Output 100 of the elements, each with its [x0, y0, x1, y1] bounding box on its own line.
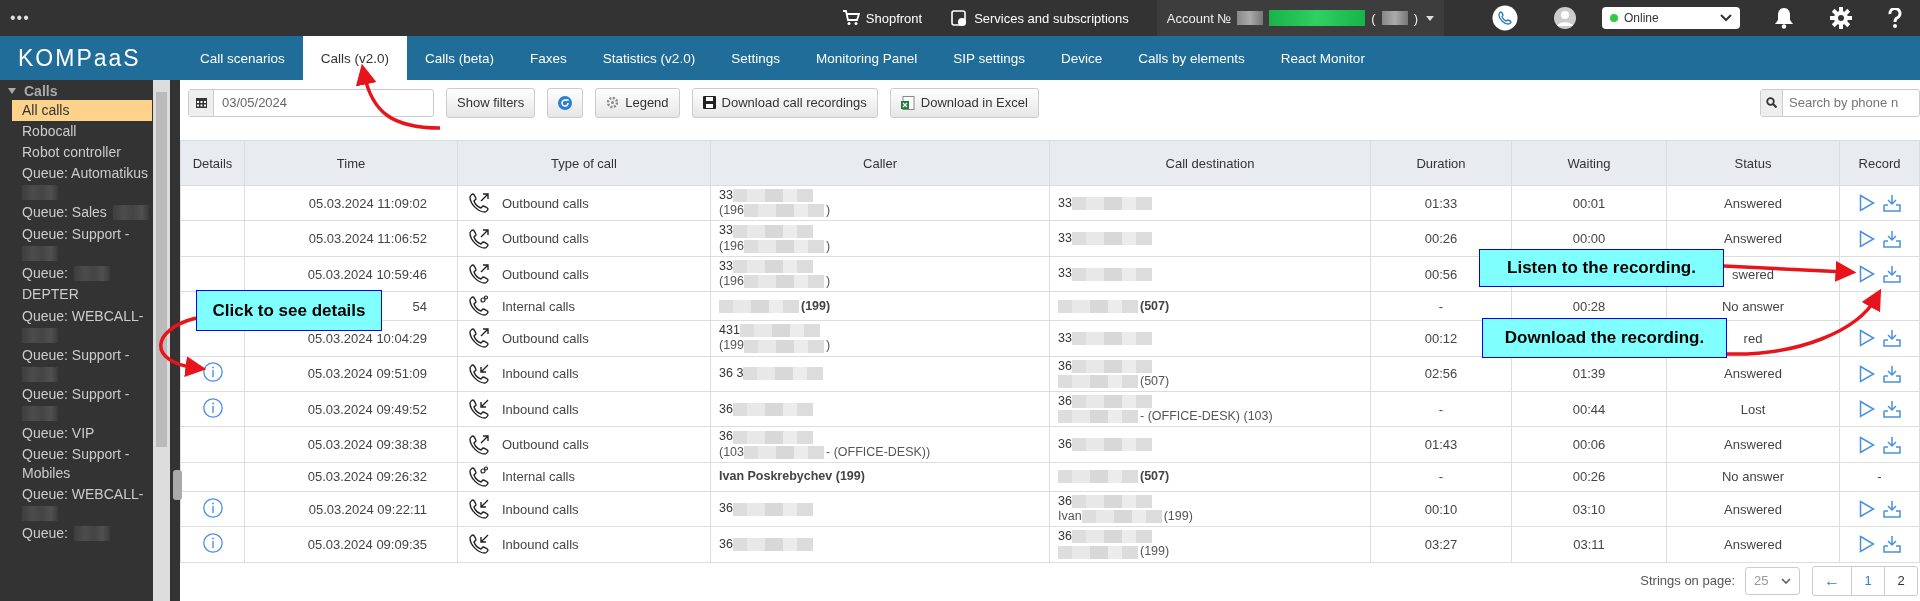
download-icon[interactable]: [1882, 329, 1901, 348]
phone-icon[interactable]: [1492, 5, 1518, 31]
column-header[interactable]: Call destination: [1165, 155, 1255, 171]
phone-text: 33: [1058, 195, 1072, 210]
download-icon[interactable]: [1882, 500, 1901, 519]
phone-text: 36: [1058, 358, 1072, 373]
phone-text: - (OFFICE-DESK) (103): [1140, 409, 1273, 424]
info-icon[interactable]: [202, 362, 223, 383]
column-header[interactable]: Waiting: [1567, 155, 1611, 171]
notifications-icon[interactable]: [1774, 7, 1794, 29]
nav-tab[interactable]: Monitoring Panel: [797, 36, 936, 80]
column-header[interactable]: Caller: [863, 155, 897, 171]
top-link[interactable]: Services and subscriptions: [950, 9, 1129, 27]
download-icon[interactable]: [1882, 229, 1901, 248]
help-icon[interactable]: [1888, 8, 1902, 28]
download-icon[interactable]: [1882, 400, 1901, 419]
sidebar-item[interactable]: Queue: Support -: [12, 345, 152, 384]
nav-tab[interactable]: Calls by elements: [1120, 36, 1263, 80]
play-icon[interactable]: [1858, 535, 1875, 554]
sidebar-item[interactable]: Queue: Support -: [12, 224, 152, 263]
sidebar-item[interactable]: Queue: Sales: [12, 202, 152, 224]
date-field[interactable]: 03/05/2024: [188, 88, 434, 117]
nav-tab[interactable]: Statistics (v2.0): [584, 36, 714, 80]
scrollbar-thumb[interactable]: [156, 92, 167, 447]
call-type: Outbound calls: [502, 437, 589, 453]
call-time: 05.03.2024 09:51:09: [307, 366, 427, 382]
nav-tab[interactable]: Call scenarios: [182, 36, 303, 80]
play-icon[interactable]: [1858, 364, 1875, 383]
nav-tab[interactable]: React Monitor: [1262, 36, 1383, 80]
top-link[interactable]: Shopfront: [841, 10, 923, 26]
sidebar-item[interactable]: Queue: DEPTER: [12, 263, 152, 306]
download-icon[interactable]: [1882, 364, 1901, 383]
sidebar-item[interactable]: All calls: [12, 100, 152, 121]
search-field[interactable]: Search by phone n: [1760, 88, 1920, 117]
nav-tab[interactable]: Device: [1043, 36, 1121, 80]
document-icon: [950, 9, 969, 27]
toolbar-button[interactable]: Download call recordings: [691, 87, 878, 118]
callout-label: Download the recording.: [1482, 318, 1727, 358]
call-type: Outbound calls: [502, 231, 589, 247]
play-icon[interactable]: [1858, 400, 1875, 419]
column-header[interactable]: Duration: [1416, 155, 1466, 171]
status-select[interactable]: Online: [1602, 7, 1740, 29]
group-header[interactable]: Calls: [24, 83, 58, 99]
logo[interactable]: KOMPaaS: [0, 44, 182, 72]
sidebar-item[interactable]: Queue: VIP: [12, 423, 152, 444]
phone-text: (103: [719, 444, 745, 459]
duration-text: 00:56: [1424, 266, 1458, 282]
call-type: Outbound calls: [502, 330, 589, 346]
phone-text: ): [826, 338, 831, 353]
phone-text: 33: [1058, 331, 1072, 345]
refresh-button[interactable]: [547, 87, 584, 118]
item-label: Queue:: [22, 524, 68, 543]
nav-tab[interactable]: Settings: [713, 36, 798, 80]
toolbar-button[interactable]: Legend: [595, 87, 680, 118]
caret-icon[interactable]: [1426, 15, 1434, 21]
duration-text: 01:33: [1424, 195, 1458, 211]
menu-dots[interactable]: •••: [0, 9, 40, 27]
play-icon[interactable]: [1858, 435, 1875, 454]
play-icon[interactable]: [1858, 329, 1875, 348]
info-icon[interactable]: [202, 497, 223, 518]
play-icon[interactable]: [1858, 194, 1875, 213]
phone-text: (507): [1140, 469, 1170, 484]
download-icon[interactable]: [1882, 194, 1901, 213]
column-header[interactable]: Record: [1858, 155, 1901, 171]
caret-icon[interactable]: [8, 87, 16, 95]
phone-text: 36: [1058, 494, 1072, 509]
nav-tab[interactable]: Faxes: [512, 36, 585, 80]
toolbar-button[interactable]: Download in Excel: [889, 87, 1039, 118]
download-icon[interactable]: [1882, 535, 1901, 554]
refresh-icon: [558, 95, 573, 110]
play-icon[interactable]: [1858, 265, 1875, 283]
sidebar-item[interactable]: Queue: Automatikus: [12, 163, 152, 202]
nav-tab[interactable]: SIP settings: [935, 36, 1044, 80]
download-icon[interactable]: [1882, 265, 1901, 283]
play-icon[interactable]: [1858, 229, 1875, 248]
page-button[interactable]: 2: [1884, 566, 1917, 595]
sidebar-item[interactable]: Robocall: [12, 121, 152, 142]
info-icon[interactable]: [202, 397, 223, 418]
sidebar-item[interactable]: Queue: WEBCALL-: [12, 306, 152, 345]
settings-icon[interactable]: [1830, 7, 1852, 29]
sidebar-item[interactable]: Queue: WEBCALL-: [12, 484, 152, 523]
avatar-icon[interactable]: [1554, 7, 1576, 29]
info-icon[interactable]: [202, 532, 223, 553]
sidebar-item[interactable]: Queue:: [12, 523, 152, 545]
search-input[interactable]: Search by phone n: [1783, 89, 1919, 116]
sidebar-item[interactable]: Queue: Support - Mobiles: [12, 444, 152, 484]
page-button[interactable]: 1: [1851, 566, 1884, 595]
column-header[interactable]: Status: [1734, 155, 1772, 171]
column-header[interactable]: Type of call: [551, 155, 617, 171]
collapse-handle[interactable]: [173, 470, 182, 500]
sidebar-item[interactable]: Queue: Support -: [12, 384, 152, 423]
nav-tab[interactable]: Calls (v2.0): [302, 36, 408, 80]
sidebar-item[interactable]: Robot controller: [12, 142, 152, 163]
column-header[interactable]: Time: [336, 155, 366, 171]
phone-text: 36: [1058, 437, 1072, 452]
previous-page-button[interactable]: ←: [1813, 566, 1851, 595]
play-icon[interactable]: [1858, 500, 1875, 519]
toolbar-button[interactable]: Show filters: [446, 87, 536, 118]
download-icon[interactable]: [1882, 435, 1901, 454]
nav-tab[interactable]: Calls (beta): [407, 36, 513, 80]
